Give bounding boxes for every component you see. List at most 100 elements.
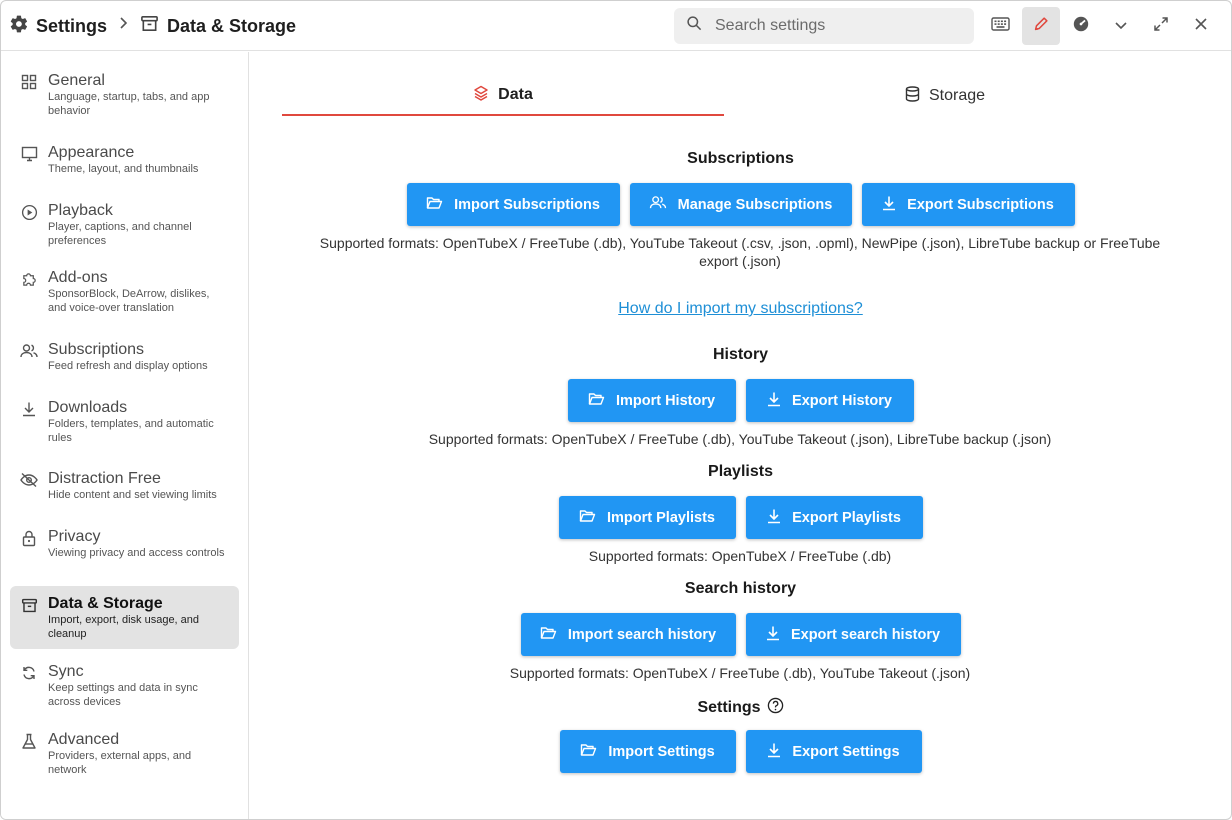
settings-title-text: Settings: [697, 699, 761, 716]
sidebar-item-desc: Hide content and set viewing limits: [48, 489, 217, 501]
folder-open-icon: [426, 196, 443, 214]
breadcrumb-root[interactable]: Settings: [9, 14, 107, 39]
gear-icon: [9, 14, 29, 39]
import-playlists-label: Import Playlists: [607, 509, 715, 526]
playlists-title-text: Playlists: [708, 463, 773, 480]
sidebar-item-label: Distraction Free: [48, 470, 161, 487]
sidebar-item-playback[interactable]: Playback Player, captions, and channel pr…: [10, 196, 239, 253]
close-button[interactable]: [1182, 7, 1220, 45]
breadcrumb-current: Data & Storage: [140, 14, 296, 38]
sidebar-item-data-storage[interactable]: Data & Storage Import, export, disk usage…: [10, 586, 239, 649]
archive-icon: [140, 14, 159, 38]
maximize-button[interactable]: [1142, 7, 1180, 45]
play-circle-icon: [19, 202, 39, 222]
sync-icon: [19, 663, 39, 683]
sidebar-item-label: Appearance: [48, 144, 135, 161]
tab-storage[interactable]: Storage: [724, 76, 1166, 116]
main-panel: Data Storage Subscriptions Import Subscr…: [250, 52, 1231, 819]
folder-open-icon: [579, 509, 596, 527]
flask-icon: [19, 731, 39, 751]
manage-subscriptions-button[interactable]: Manage Subscriptions: [629, 183, 852, 226]
search-history-formats: Supported formats: OpenTubeX / FreeTube …: [509, 665, 971, 681]
import-playlists-button[interactable]: Import Playlists: [558, 496, 736, 539]
keyboard-icon: [990, 16, 1010, 36]
pen-icon: [1032, 15, 1050, 38]
export-settings-label: Export Settings: [792, 743, 900, 760]
sidebar-item-desc: SponsorBlock, DeArrow, dislikes, and voi…: [48, 288, 210, 314]
playlists-section-title: Playlists: [250, 463, 1231, 481]
tab-data-label: Data: [498, 86, 533, 103]
search-history-buttons: Import search history Export search hist…: [250, 613, 1231, 656]
eye-off-icon: [19, 470, 39, 490]
search-history-section-title: Search history: [250, 580, 1231, 598]
breadcrumb-root-label: Settings: [36, 16, 108, 36]
import-help-link[interactable]: How do I import my subscriptions?: [618, 300, 863, 317]
puzzle-icon: [19, 269, 39, 289]
import-settings-button[interactable]: Import Settings: [559, 730, 736, 773]
search-input[interactable]: [715, 17, 955, 35]
folder-open-icon: [540, 626, 557, 644]
export-search-history-button[interactable]: Export search history: [745, 613, 961, 656]
playlists-buttons: Import Playlists Export Playlists: [250, 496, 1231, 539]
sidebar-item-desc: Import, export, disk usage, and cleanup: [48, 614, 200, 640]
export-search-history-label: Export search history: [790, 626, 941, 643]
import-search-history-label: Import search history: [567, 626, 717, 643]
import-history-button[interactable]: Import History: [567, 379, 736, 422]
settings-buttons: Import Settings Export Settings: [250, 730, 1231, 773]
sidebar-item-downloads[interactable]: Downloads Folders, templates, and automat…: [10, 393, 239, 450]
export-settings-button[interactable]: Export Settings: [745, 730, 922, 773]
expand-icon: [1153, 16, 1169, 37]
sidebar-item-label: Privacy: [48, 528, 101, 545]
sidebar-item-privacy[interactable]: Privacy Viewing privacy and access contro…: [10, 522, 239, 566]
subscriptions-formats: Supported formats: OpenTubeX / FreeTube …: [319, 235, 1161, 269]
playlists-formats: Supported formats: OpenTubeX / FreeTube …: [588, 548, 892, 564]
import-subscriptions-button[interactable]: Import Subscriptions: [406, 183, 620, 226]
sidebar-item-general[interactable]: General Language, startup, tabs, and app …: [10, 66, 239, 123]
keyboard-shortcuts-button[interactable]: [981, 7, 1019, 45]
export-playlists-button[interactable]: Export Playlists: [745, 496, 923, 539]
sidebar-item-distraction-free[interactable]: Distraction Free Hide content and set vie…: [10, 464, 239, 508]
import-history-label: Import History: [615, 392, 716, 409]
download-icon: [766, 625, 780, 645]
subscriptions-title-text: Subscriptions: [687, 150, 794, 167]
sidebar-item-desc: Folders, templates, and automatic rules: [48, 418, 214, 444]
tab-data[interactable]: Data: [282, 76, 724, 116]
import-subscriptions-label: Import Subscriptions: [454, 196, 600, 213]
help-circle-icon[interactable]: [767, 697, 784, 719]
sidebar-item-add-ons[interactable]: Add-ons SponsorBlock, DeArrow, dislikes, …: [10, 263, 239, 320]
title-bar: Settings Data & Storage: [1, 1, 1231, 51]
sidebar-item-subscriptions[interactable]: Subscriptions Feed refresh and display op…: [10, 335, 239, 379]
export-playlists-label: Export Playlists: [792, 509, 901, 526]
import-search-history-button[interactable]: Import search history: [520, 613, 736, 656]
lock-icon: [19, 528, 39, 548]
performance-button[interactable]: [1062, 7, 1100, 45]
history-formats: Supported formats: OpenTubeX / FreeTube …: [428, 431, 1052, 447]
settings-window: Settings Data & Storage Search settings …: [0, 0, 1232, 820]
sidebar-item-desc: Language, startup, tabs, and app behavio…: [48, 91, 210, 117]
archive-icon: [19, 595, 39, 615]
settings-sidebar: General Language, startup, tabs, and app …: [1, 52, 249, 819]
sidebar-item-label: Sync: [48, 663, 84, 680]
sidebar-item-label: Advanced: [48, 731, 120, 748]
close-icon: [1194, 17, 1208, 36]
chevron-down-icon: [1114, 17, 1128, 35]
sidebar-item-advanced[interactable]: Advanced Providers, external apps, and ne…: [10, 725, 239, 782]
download-icon: [882, 195, 896, 215]
sidebar-item-appearance[interactable]: Appearance Theme, layout, and thumbnails: [10, 138, 239, 182]
sidebar-item-sync[interactable]: Sync Keep settings and data in sync acros…: [10, 657, 239, 714]
tab-bar: Data Storage: [282, 76, 1166, 116]
sidebar-item-label: Data & Storage: [48, 595, 163, 612]
folder-open-icon: [580, 743, 597, 761]
sidebar-item-label: Subscriptions: [48, 341, 145, 358]
export-history-button[interactable]: Export History: [745, 379, 914, 422]
window-menu-button[interactable]: [1102, 7, 1140, 45]
sidebar-item-desc: Feed refresh and display options: [48, 360, 208, 372]
search-box[interactable]: [674, 8, 974, 44]
theme-pen-button[interactable]: [1022, 7, 1060, 45]
download-icon: [767, 391, 781, 411]
export-subscriptions-button[interactable]: Export Subscriptions: [861, 183, 1075, 226]
sidebar-item-desc: Theme, layout, and thumbnails: [48, 163, 199, 175]
sidebar-item-desc: Player, captions, and channel preference…: [48, 221, 192, 247]
grid-icon: [19, 72, 39, 92]
download-icon: [19, 399, 39, 419]
